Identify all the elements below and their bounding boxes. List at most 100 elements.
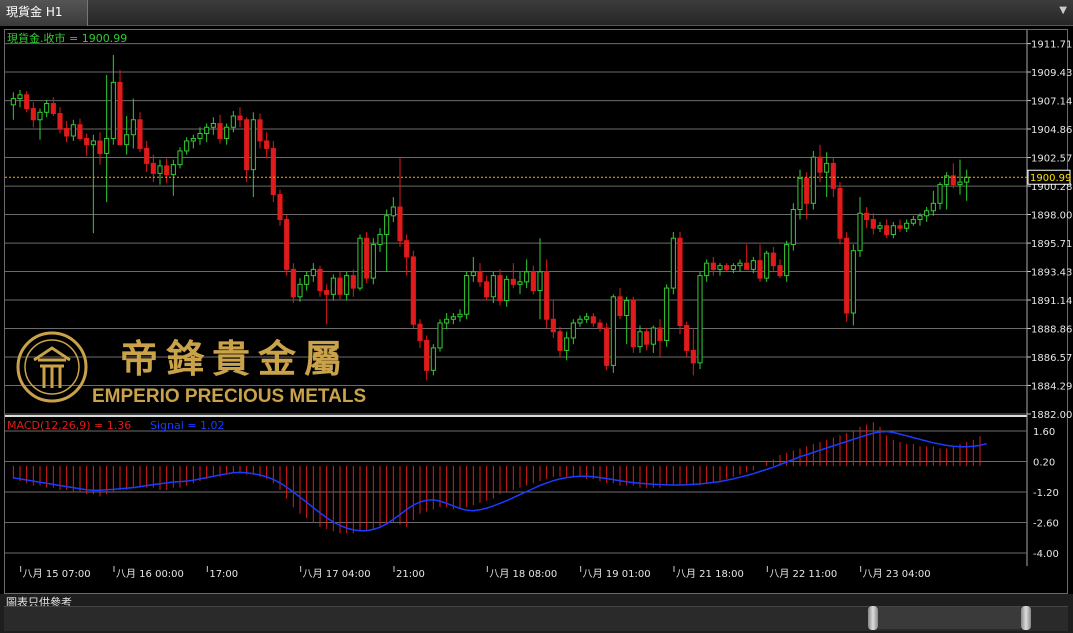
candle-body — [390, 206, 396, 217]
candle-body — [37, 111, 43, 121]
time-tick-label: 17:00 — [209, 569, 238, 580]
candle-body — [517, 281, 523, 285]
candle-body — [110, 81, 116, 139]
time-tick-label: 八月 19 01:00 — [583, 568, 651, 580]
candle-body — [277, 194, 283, 221]
candle-body — [17, 94, 23, 100]
logo-english-text: EMPERIO PRECIOUS METALS — [92, 386, 366, 407]
chart-canvas[interactable]: 1911.71 1909.43 1907.14 1904.86 1902.57 1900.… — [0, 0, 1073, 594]
candle-body — [237, 115, 243, 121]
candle-body — [724, 265, 730, 270]
candle-body — [404, 240, 410, 258]
candle-body — [937, 184, 943, 204]
time-tick-label: 八月 18 08:00 — [489, 568, 557, 580]
candle-body — [890, 225, 896, 235]
candle-body — [524, 271, 530, 283]
price-tick-label: 1895.71 — [1031, 239, 1072, 250]
candle-body — [310, 268, 316, 277]
candle-body — [264, 140, 270, 149]
candle-body — [830, 162, 836, 189]
candle-body — [70, 124, 76, 137]
candle-body — [684, 324, 690, 351]
candle-body — [704, 262, 710, 277]
candle-body — [770, 252, 776, 267]
candle-body — [610, 296, 616, 366]
candle-body — [590, 316, 596, 324]
macd-tick-label: 0.20 — [1033, 458, 1055, 469]
candle-body — [624, 300, 630, 317]
price-tick-label: 1884.29 — [1031, 381, 1072, 392]
candle-body — [370, 243, 376, 279]
candle-body — [470, 271, 476, 277]
candle-body — [177, 150, 183, 166]
candle-body — [64, 127, 70, 137]
navigator-right-handle[interactable] — [1021, 606, 1031, 630]
candle-body — [537, 271, 543, 292]
price-tick-label: 1886.57 — [1031, 353, 1072, 364]
candle-body — [490, 275, 496, 298]
candle-body — [457, 313, 463, 318]
candle-body — [664, 287, 670, 341]
candle-body — [604, 327, 610, 366]
candle-body — [317, 268, 323, 292]
candle-body — [150, 162, 156, 174]
candle-body — [797, 177, 803, 211]
candle-body — [904, 222, 910, 229]
candle-body — [117, 81, 123, 146]
candle-body — [850, 250, 856, 314]
candle-body — [924, 210, 930, 217]
candle-body — [57, 113, 63, 129]
logo-chinese-text: 帝鋒貴金屬 — [120, 336, 350, 381]
candle-body — [357, 237, 363, 289]
signal-title: Signal = 1.02 — [150, 419, 225, 432]
price-tick-label: 1907.14 — [1031, 97, 1072, 108]
price-tick-label: 1904.86 — [1031, 125, 1072, 136]
candle-body — [84, 137, 90, 146]
price-tick-label: 1911.71 — [1031, 40, 1072, 51]
candle-body — [510, 278, 516, 285]
candle-body — [644, 331, 650, 345]
candle-body — [764, 252, 770, 279]
candle-body — [10, 98, 16, 106]
price-tick-label: 1893.43 — [1031, 267, 1072, 278]
candle-body — [504, 278, 510, 302]
candle-body — [24, 94, 30, 110]
candle-body — [817, 156, 823, 173]
candle-body — [384, 215, 390, 235]
candle-body — [884, 225, 890, 235]
macd-tick-label: -1.20 — [1033, 488, 1059, 499]
candle-body — [30, 108, 36, 121]
candle-body — [870, 219, 876, 229]
candle-body — [397, 206, 403, 242]
candle-body — [657, 327, 663, 341]
navigator-left-handle[interactable] — [868, 606, 878, 630]
candle-body — [330, 277, 336, 295]
price-chart-title: 現貨金.收市 = 1900.99 — [7, 31, 127, 45]
candle-body — [464, 275, 470, 315]
candle-body — [417, 323, 423, 341]
candle-body — [290, 268, 296, 298]
price-tick-label: 1888.86 — [1031, 324, 1072, 335]
candle-body — [230, 115, 236, 128]
price-tick-label: 1909.43 — [1031, 68, 1072, 79]
candle-body — [497, 275, 503, 302]
macd-tick-label: 1.60 — [1033, 427, 1055, 438]
candle-body — [244, 119, 250, 171]
candle-body — [184, 140, 190, 152]
candle-body — [44, 103, 50, 113]
candle-body — [130, 119, 136, 136]
candle-body — [864, 212, 870, 221]
candle-body — [484, 281, 490, 298]
time-tick-label: 八月 23 04:00 — [863, 568, 931, 580]
candle-body — [50, 103, 56, 115]
candle-body — [844, 237, 850, 314]
candle-body — [124, 134, 130, 146]
candle-body — [297, 283, 303, 298]
navigator-window[interactable] — [878, 607, 1021, 629]
candle-body — [750, 260, 756, 270]
price-tick-label: 1898.00 — [1031, 211, 1072, 222]
time-tick-label: 八月 22 11:00 — [769, 568, 837, 580]
candle-body — [250, 119, 256, 171]
candle-body — [164, 165, 170, 176]
candle-body — [677, 237, 683, 326]
